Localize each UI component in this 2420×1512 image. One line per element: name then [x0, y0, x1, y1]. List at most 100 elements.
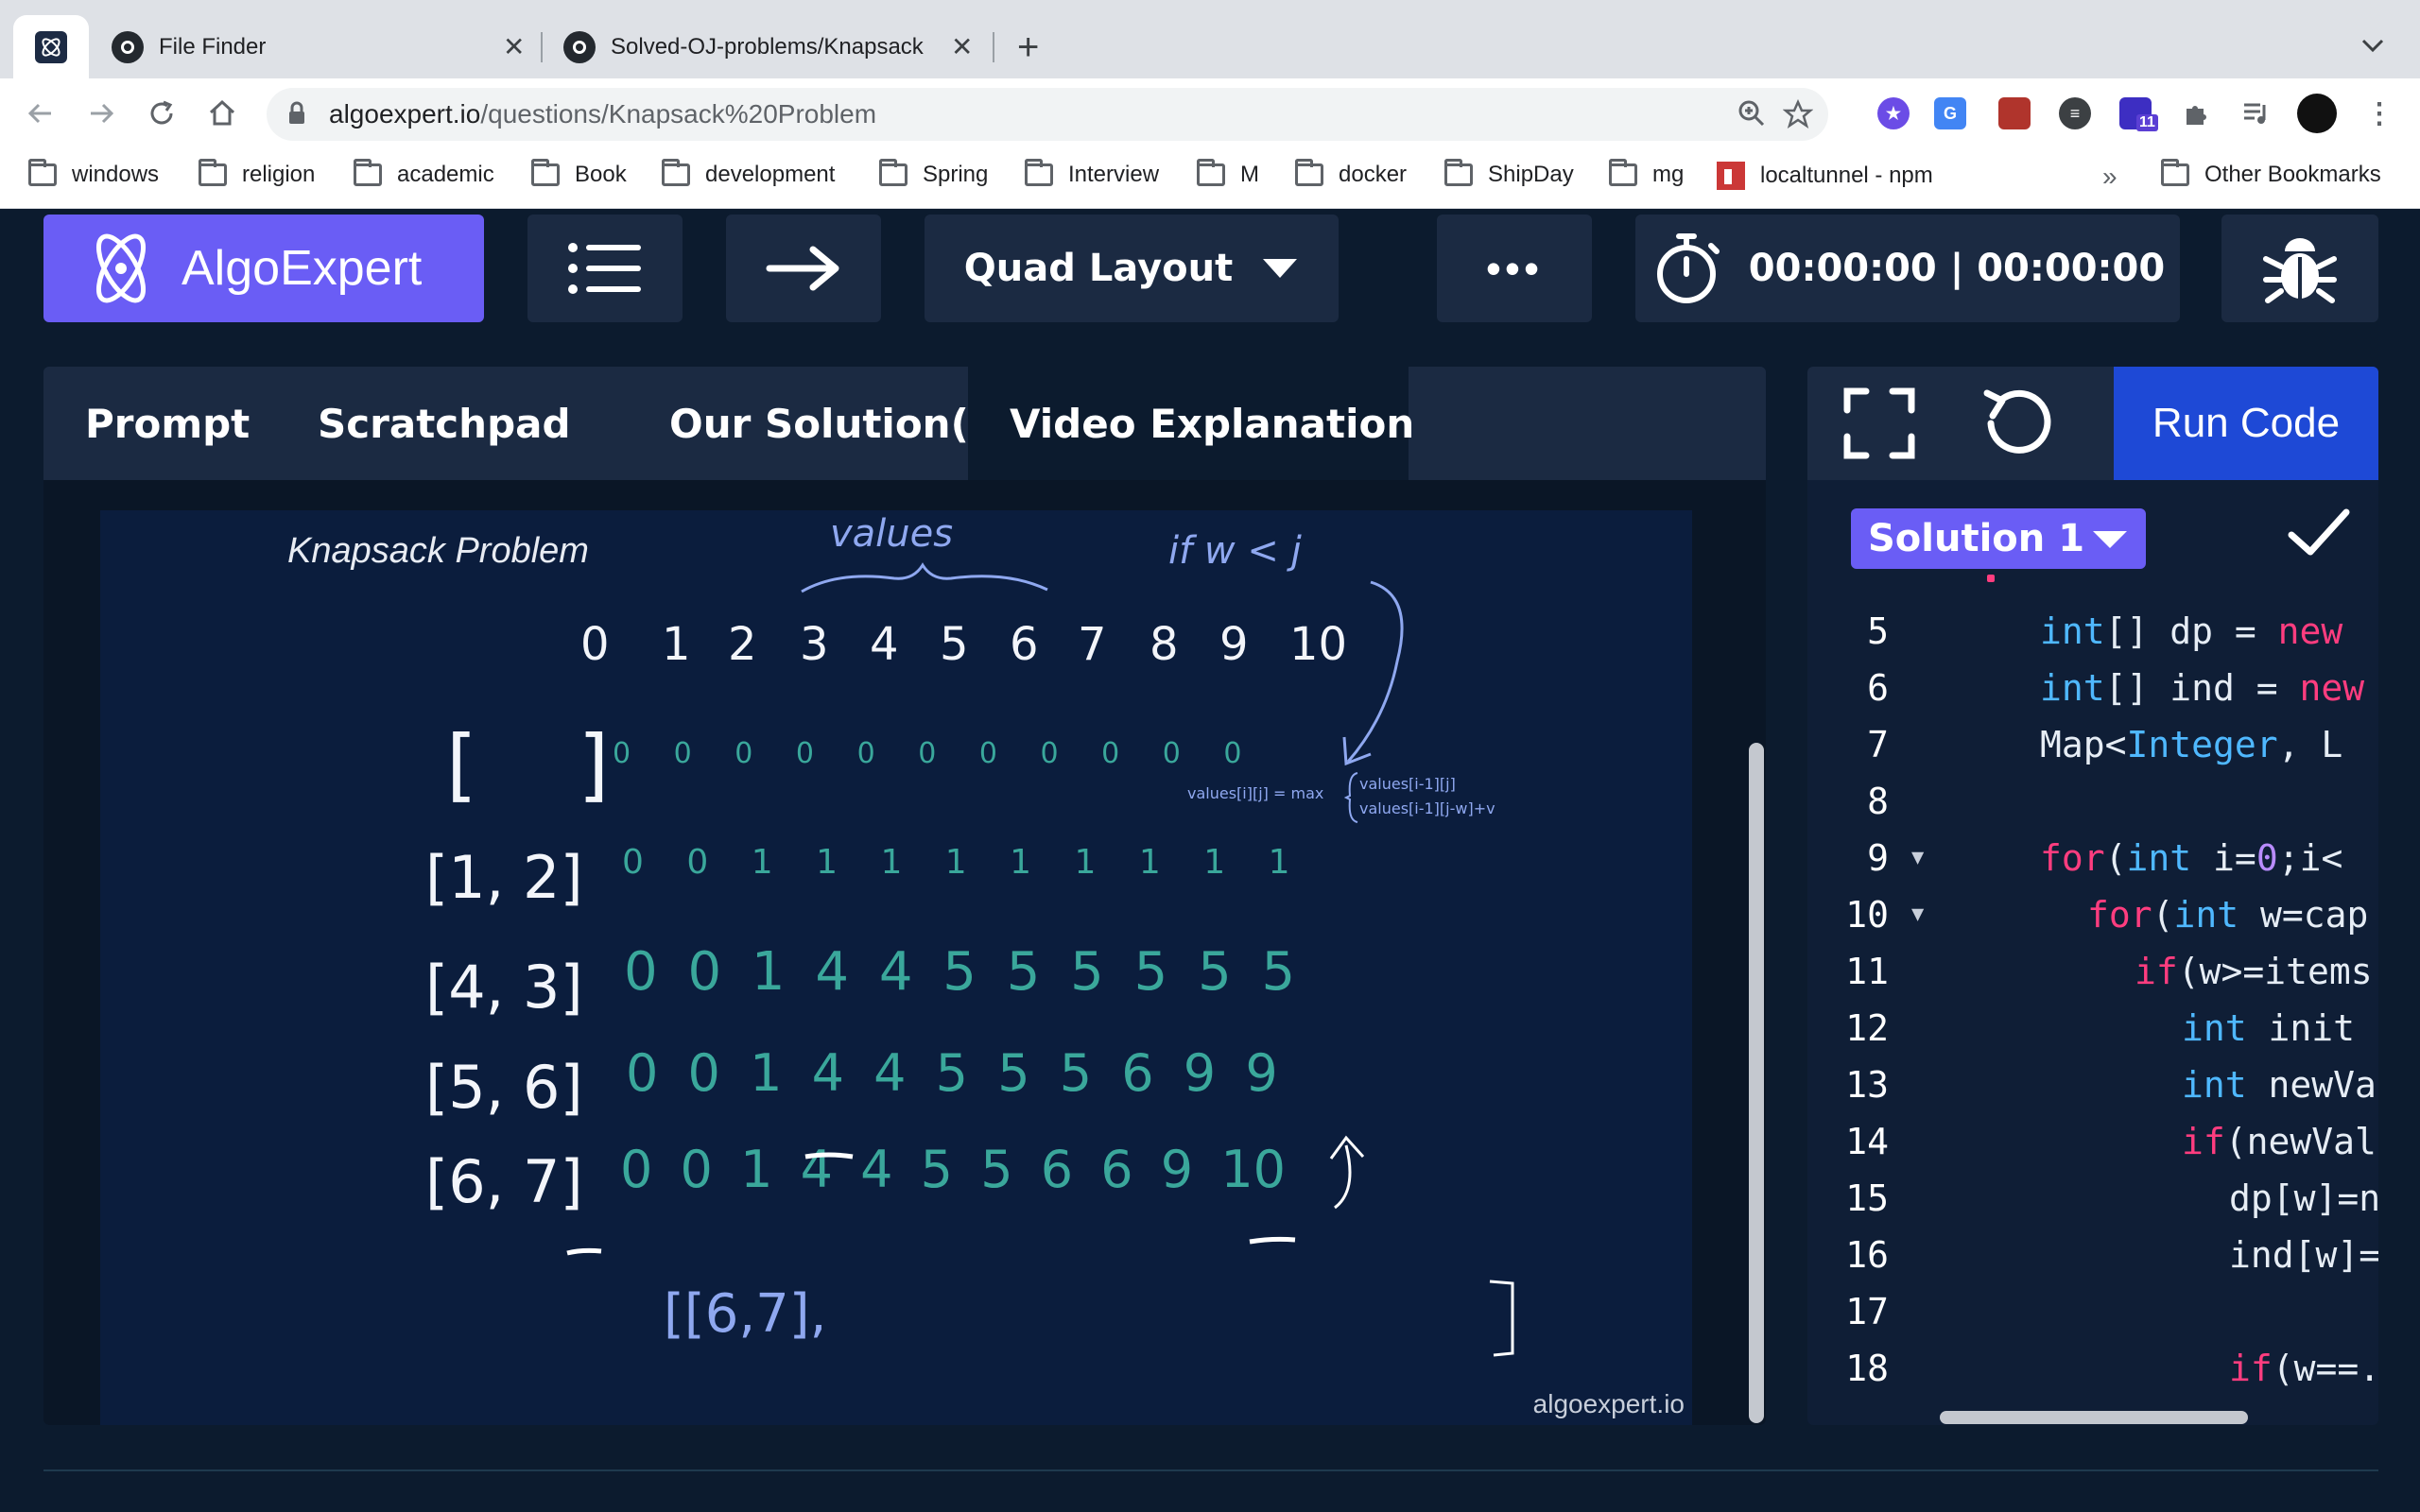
- code-text: Map<Integer, L: [2040, 724, 2343, 765]
- tab-label: Video Explanation: [1010, 400, 1415, 447]
- bookmark-folder[interactable]: Interview: [1025, 159, 1160, 188]
- code-editor[interactable]: Solution 1 5 int[] dp = new 6 int[] ind = …: [1807, 480, 2378, 1425]
- report-bug-button[interactable]: [2221, 215, 2378, 322]
- bookmark-folder[interactable]: windows: [28, 159, 159, 188]
- checkmark-icon: [2288, 508, 2350, 556]
- browser-toolbar: algoexpert.io/questions/Knapsack%20Probl…: [0, 78, 2420, 148]
- fold-arrow-icon[interactable]: ▼: [1911, 886, 1924, 943]
- bookmark-folder[interactable]: academic: [354, 159, 494, 188]
- home-icon[interactable]: [200, 92, 244, 135]
- bookmark-folder[interactable]: Spring: [879, 159, 988, 188]
- close-tab-icon[interactable]: ✕: [951, 31, 973, 62]
- code-line: 12 int init: [1807, 1000, 2378, 1057]
- line-number: 13: [1845, 1064, 1889, 1106]
- more-options-button[interactable]: •••: [1437, 215, 1592, 322]
- bookmark-folder[interactable]: M: [1197, 159, 1259, 188]
- code-line: 18 if(w==.: [1807, 1340, 2378, 1397]
- caret-down-icon: [2093, 531, 2127, 548]
- reader-extension-icon[interactable]: ≡: [2059, 97, 2091, 129]
- result-annotation: [[6,7],: [664, 1283, 827, 1345]
- forward-arrow-icon[interactable]: [79, 92, 123, 135]
- solution-label: Solution 1: [1868, 517, 2085, 560]
- more-bookmarks-button[interactable]: »: [2102, 162, 2118, 192]
- bookmark-star-icon[interactable]: [1782, 98, 1814, 137]
- line-number: 12: [1845, 1007, 1889, 1049]
- folder-icon: [1197, 159, 1225, 186]
- solution-dropdown[interactable]: Solution 1: [1851, 508, 2146, 569]
- graduation-cap-icon[interactable]: 11: [2119, 97, 2158, 131]
- bookmark-label: M: [1240, 162, 1259, 187]
- fullscreen-icon[interactable]: [1841, 386, 1917, 461]
- bookmark-folder[interactable]: mg: [1609, 159, 1684, 188]
- editor-horizontal-scrollbar[interactable]: [1940, 1411, 2248, 1424]
- folder-icon: [879, 159, 908, 186]
- line-number: 8: [1867, 781, 1889, 822]
- tab-search-chevron-icon[interactable]: [2361, 28, 2384, 60]
- browser-tab-strip: File Finder ✕ Solved-OJ-problems/Knapsac…: [0, 0, 2420, 78]
- address-bar[interactable]: algoexpert.io/questions/Knapsack%20Probl…: [267, 88, 1828, 141]
- layout-dropdown[interactable]: Quad Layout: [925, 215, 1339, 322]
- back-arrow-icon[interactable]: [19, 92, 62, 135]
- bookmark-localtunnel[interactable]: localtunnel - npm: [1717, 162, 1933, 190]
- tab-label: Prompt: [85, 400, 251, 447]
- browser-tab-file-finder[interactable]: File Finder ✕: [95, 15, 539, 78]
- github-icon: [112, 30, 144, 63]
- code-line: 11 if(w>=items: [1807, 943, 2378, 1000]
- bookmark-folder[interactable]: docker: [1295, 159, 1407, 188]
- url-text: algoexpert.io/questions/Knapsack%20Probl…: [329, 99, 876, 129]
- browser-tab-knapsack-repo[interactable]: Solved-OJ-problems/Knapsack ✕: [546, 15, 991, 78]
- reload-icon[interactable]: [140, 92, 183, 135]
- folder-icon: [531, 159, 560, 186]
- bookmark-folder[interactable]: Book: [531, 159, 627, 188]
- bookmark-folder[interactable]: religion: [199, 159, 315, 188]
- algoexpert-logo-button[interactable]: AlgoExpert: [43, 215, 484, 322]
- bookmark-folder[interactable]: ShipDay: [1444, 159, 1574, 188]
- browser-tab-algoexpert[interactable]: [13, 15, 89, 78]
- tab-video-explanation[interactable]: Video Explanation: [968, 367, 1414, 480]
- code-line: 14 if(newVal: [1807, 1113, 2378, 1170]
- new-tab-button[interactable]: +: [1017, 25, 1039, 70]
- fold-arrow-icon[interactable]: ▼: [1911, 830, 1924, 886]
- next-question-button[interactable]: [726, 215, 881, 322]
- code-text: int[] dp = new: [2040, 610, 2343, 652]
- line-number: 9: [1867, 837, 1889, 879]
- code-text: dp[w]=n: [2229, 1177, 2378, 1219]
- tab-divider: [541, 32, 543, 62]
- tab-title: Solved-OJ-problems/Knapsack: [611, 33, 924, 60]
- run-code-button[interactable]: Run Code: [2114, 367, 2378, 480]
- reset-code-icon[interactable]: [1979, 386, 2055, 461]
- list-icon: [568, 243, 641, 294]
- extension-star-icon[interactable]: ★: [1877, 97, 1910, 129]
- book-extension-icon[interactable]: [1998, 97, 2031, 129]
- kebab-menu-icon[interactable]: ⋮: [2363, 97, 2395, 129]
- tab-label: Scratchpad: [318, 400, 571, 447]
- other-bookmarks-folder[interactable]: Other Bookmarks: [2161, 159, 2381, 188]
- bookmark-label: development: [705, 162, 836, 187]
- media-queue-icon[interactable]: [2240, 97, 2273, 129]
- profile-avatar[interactable]: [2297, 94, 2337, 133]
- code-text: int[] ind = new: [2040, 667, 2365, 709]
- video-area: Knapsack Problem values if w < j 0 1 2 3…: [43, 480, 1766, 1425]
- zoom-icon[interactable]: [1737, 99, 1766, 135]
- bookmark-folder[interactable]: development: [662, 159, 836, 188]
- tab-prompt[interactable]: Prompt: [43, 367, 291, 480]
- tab-divider: [993, 32, 994, 62]
- question-list-button[interactable]: [527, 215, 683, 322]
- code-line: 6 int[] ind = new: [1807, 660, 2378, 716]
- line-number: 11: [1845, 951, 1889, 992]
- puzzle-extensions-icon[interactable]: [2180, 97, 2212, 129]
- timer-button[interactable]: 00:00:00 | 00:00:00: [1635, 215, 2180, 322]
- google-translate-icon[interactable]: G: [1934, 97, 1966, 129]
- timer-display: 00:00:00 | 00:00:00: [1748, 247, 2166, 290]
- video-scrollbar[interactable]: [1749, 743, 1764, 1423]
- code-line: 10 ▼ for(int w=cap: [1807, 886, 2378, 943]
- video-player[interactable]: Knapsack Problem values if w < j 0 1 2 3…: [100, 510, 1692, 1425]
- lock-icon[interactable]: [287, 101, 306, 130]
- clipped-code-fragment: [1987, 575, 1995, 582]
- close-tab-icon[interactable]: ✕: [503, 31, 525, 62]
- bookmark-label: Interview: [1068, 162, 1160, 187]
- code-text: ind[w]=: [2229, 1234, 2378, 1276]
- github-icon: [563, 30, 596, 63]
- tab-scratchpad[interactable]: Scratchpad: [276, 367, 613, 480]
- code-text: if(newVal: [2182, 1121, 2377, 1162]
